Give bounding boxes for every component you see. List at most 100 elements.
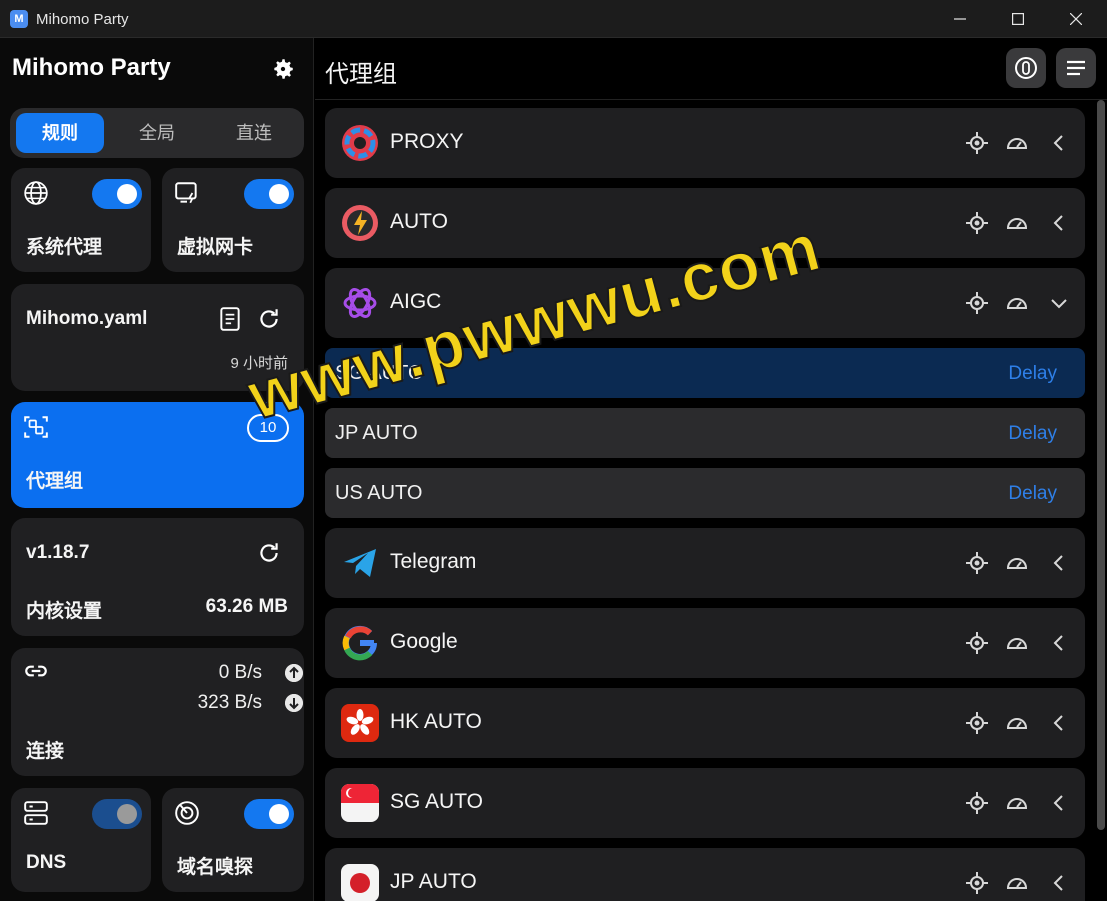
server-icon: [24, 801, 48, 825]
chevron-left-icon[interactable]: [1047, 631, 1071, 655]
chevron-left-icon[interactable]: [1047, 871, 1071, 895]
locate-icon[interactable]: [965, 211, 989, 235]
group-name: Google: [390, 630, 458, 653]
group-name: SG AUTO: [390, 790, 483, 813]
speedtest-icon[interactable]: [1005, 871, 1029, 895]
chevron-left-icon[interactable]: [1047, 791, 1071, 815]
mode-tab-global[interactable]: 全局: [113, 113, 201, 153]
tun-label: 虚拟网卡: [177, 237, 254, 258]
proxy-option-item[interactable]: JP AUTO Delay: [325, 408, 1085, 458]
sg-auto-group-card[interactable]: SG AUTO: [325, 768, 1085, 838]
main-panel: 代理组 PROXY AUTO AIGC SG AUTO Delay JP AUT…: [315, 38, 1107, 901]
proxy-option-name: US AUTO: [335, 482, 423, 504]
core-settings-label: 内核设置: [26, 601, 103, 622]
locate-icon[interactable]: [965, 791, 989, 815]
close-button[interactable]: [1047, 0, 1105, 38]
menu-button[interactable]: [1056, 48, 1096, 88]
sniff-card[interactable]: 域名嗅探: [162, 788, 304, 892]
core-card[interactable]: v1.18.7 内核设置 63.26 MB: [11, 518, 304, 636]
telegram-group-card[interactable]: Telegram: [325, 528, 1085, 598]
refresh-icon[interactable]: [256, 306, 282, 332]
mode-tab-rule[interactable]: 规则: [16, 113, 104, 153]
connections-card[interactable]: 0 B/s 323 B/s 连接: [11, 648, 304, 776]
group-name: PROXY: [390, 130, 464, 153]
mode-tab-direct[interactable]: 直连: [210, 113, 298, 153]
sniff-label: 域名嗅探: [177, 857, 254, 878]
proxy-option-name: JP AUTO: [335, 422, 418, 444]
chevron-left-icon[interactable]: [1047, 711, 1071, 735]
jp-flag-icon: [341, 864, 379, 901]
group-name: JP AUTO: [390, 870, 477, 893]
title-bar: M Mihomo Party: [0, 0, 1107, 38]
chevron-down-icon[interactable]: [1047, 291, 1071, 315]
locate-icon[interactable]: [965, 291, 989, 315]
system-proxy-label: 系统代理: [26, 237, 103, 258]
chevron-left-icon[interactable]: [1047, 131, 1071, 155]
proxy-icon: [342, 125, 378, 161]
jp-auto-group-card[interactable]: JP AUTO: [325, 848, 1085, 901]
group-name: HK AUTO: [390, 710, 482, 733]
speedtest-icon[interactable]: [1005, 791, 1029, 815]
dns-toggle[interactable]: [92, 799, 142, 829]
system-proxy-toggle[interactable]: [92, 179, 142, 209]
proxy-group-card[interactable]: PROXY: [325, 108, 1085, 178]
upload-arrow-icon: [285, 664, 303, 682]
locate-icon[interactable]: [965, 131, 989, 155]
document-icon[interactable]: [217, 306, 243, 332]
telegram-icon: [344, 549, 376, 577]
delay-test-button[interactable]: Delay: [1008, 483, 1057, 505]
mode-switcher: 规则 全局 直连: [10, 108, 304, 158]
chevron-left-icon[interactable]: [1047, 551, 1071, 575]
locate-icon[interactable]: [965, 631, 989, 655]
maximize-icon: [1012, 13, 1024, 25]
google-group-card[interactable]: Google: [325, 608, 1085, 678]
proxy-option-item[interactable]: US AUTO Delay: [325, 468, 1085, 518]
sidebar-title: Mihomo Party: [12, 54, 171, 81]
sniff-toggle[interactable]: [244, 799, 294, 829]
gear-icon[interactable]: [270, 56, 296, 82]
core-version: v1.18.7: [26, 542, 90, 563]
speedtest-icon[interactable]: [1005, 131, 1029, 155]
dns-card[interactable]: DNS: [11, 788, 151, 892]
menu-icon: [1067, 60, 1085, 76]
scrollbar[interactable]: [1097, 100, 1105, 830]
maximize-button[interactable]: [989, 0, 1047, 38]
speedtest-icon[interactable]: [1005, 551, 1029, 575]
hk-auto-group-card[interactable]: HK AUTO: [325, 688, 1085, 758]
profile-name: Mihomo.yaml: [26, 308, 148, 329]
speedtest-icon[interactable]: [1005, 631, 1029, 655]
close-icon: [1070, 13, 1082, 25]
locate-icon[interactable]: [965, 711, 989, 735]
speedtest-icon[interactable]: [1005, 211, 1029, 235]
chevron-left-icon[interactable]: [1047, 211, 1071, 235]
locate-icon[interactable]: [965, 551, 989, 575]
sort-zero-icon: [1015, 57, 1037, 79]
speedtest-icon[interactable]: [1005, 291, 1029, 315]
radar-icon: [175, 801, 199, 825]
google-icon: [342, 625, 377, 661]
app-logo: M: [10, 10, 28, 28]
delay-test-button[interactable]: Delay: [1008, 363, 1057, 385]
upgrade-icon[interactable]: [256, 540, 282, 566]
sg-flag-icon: [341, 784, 379, 822]
connections-label: 连接: [26, 741, 65, 762]
speedtest-icon[interactable]: [1005, 711, 1029, 735]
delay-sort-button[interactable]: [1006, 48, 1046, 88]
sidebar: Mihomo Party 规则 全局 直连 系统代理 虚拟网卡 Mihomo.y: [0, 38, 314, 901]
tun-icon: [175, 182, 197, 204]
tun-toggle[interactable]: [244, 179, 294, 209]
system-proxy-card[interactable]: 系统代理: [11, 168, 151, 272]
delay-test-button[interactable]: Delay: [1008, 423, 1057, 445]
download-arrow-icon: [285, 694, 303, 712]
globe-icon: [24, 181, 48, 205]
locate-icon[interactable]: [965, 871, 989, 895]
group-name: Telegram: [390, 550, 477, 573]
proxy-groups-icon: [24, 416, 48, 438]
minimize-icon: [954, 18, 966, 20]
link-icon: [25, 665, 47, 677]
tun-card[interactable]: 虚拟网卡: [162, 168, 304, 272]
proxy-groups-label: 代理组: [26, 471, 84, 492]
page-title: 代理组: [325, 61, 397, 88]
core-memory: 63.26 MB: [205, 596, 288, 617]
minimize-button[interactable]: [931, 0, 989, 38]
